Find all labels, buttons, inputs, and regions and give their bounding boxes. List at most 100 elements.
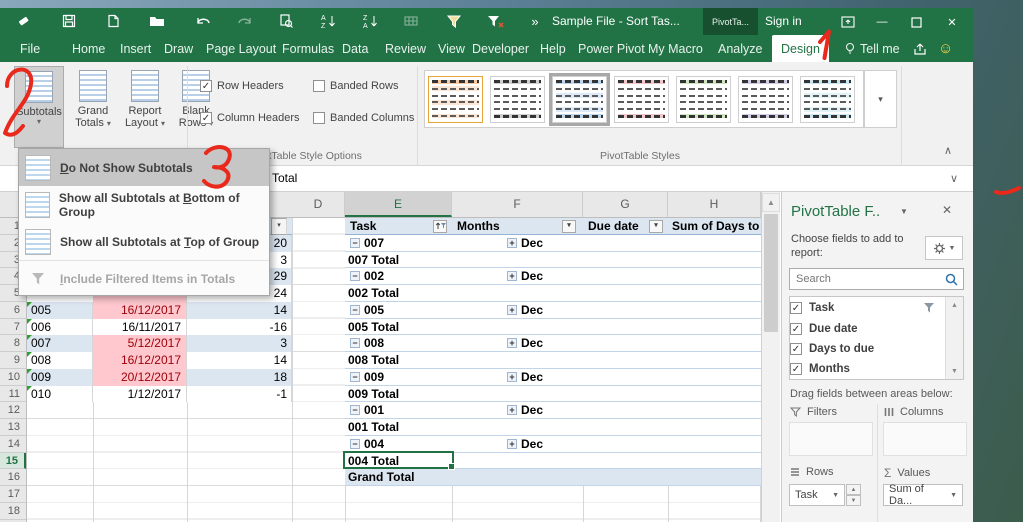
- pivot-style-thumbnail-grey[interactable]: [490, 76, 545, 123]
- collapse-box-icon[interactable]: −: [350, 271, 360, 281]
- due-date-cell[interactable]: 20/12/2017: [93, 369, 187, 386]
- pivot-month-cell[interactable]: Dec: [521, 235, 543, 251]
- redo-icon[interactable]: [233, 11, 255, 31]
- pivot-task-cell[interactable]: 002: [364, 268, 384, 284]
- tab-review[interactable]: Review: [383, 35, 428, 62]
- more-commands-icon[interactable]: »: [524, 11, 546, 31]
- tab-my-macro[interactable]: My Macro: [646, 35, 705, 62]
- scroll-up-icon[interactable]: ▲: [946, 297, 963, 313]
- filter-dropdown-icon[interactable]: ▾: [649, 220, 663, 233]
- field-item-due-date[interactable]: ✓Due date: [790, 319, 858, 339]
- pivot-item-row[interactable]: −005+Dec: [345, 302, 761, 319]
- tab-formulas[interactable]: Formulas: [280, 35, 336, 62]
- due-date-cell[interactable]: 16/12/2017: [93, 352, 187, 369]
- column-headers-checkbox[interactable]: ✓ Column Headers: [200, 112, 300, 124]
- new-document-icon[interactable]: [102, 11, 124, 31]
- task-cell[interactable]: 006: [27, 319, 93, 336]
- pivot-header-due-date[interactable]: Due date ▾: [583, 218, 668, 235]
- due-date-cell[interactable]: 16/12/2017: [93, 302, 187, 319]
- tools-gear-button[interactable]: ▼: [925, 236, 963, 260]
- task-cell[interactable]: 009: [27, 369, 93, 386]
- expand-box-icon[interactable]: +: [507, 439, 517, 449]
- column-header-g[interactable]: G: [583, 192, 668, 217]
- due-date-cell[interactable]: 5/12/2017: [93, 335, 187, 352]
- save-icon[interactable]: [58, 11, 80, 31]
- menu-item-subtotals-bottom[interactable]: Show all Subtotals at Bottom of Group: [19, 186, 269, 223]
- days-cell[interactable]: 14: [187, 302, 292, 319]
- source-row[interactable]: 0101/12/2017-1: [27, 386, 292, 403]
- expand-box-icon[interactable]: +: [507, 372, 517, 382]
- row-number-active[interactable]: 15: [0, 453, 26, 470]
- collapse-box-icon[interactable]: −: [350, 305, 360, 315]
- secondary-window-tab[interactable]: PivotTa...: [703, 8, 758, 35]
- pivot-month-cell[interactable]: Dec: [521, 268, 543, 284]
- ink-eraser-icon[interactable]: [12, 11, 34, 31]
- column-header-d[interactable]: D: [292, 192, 345, 217]
- row-number[interactable]: 17: [0, 486, 26, 503]
- scroll-down-icon[interactable]: ▼: [946, 363, 963, 379]
- pivot-header-task[interactable]: Task: [345, 218, 452, 235]
- checkbox-checked-icon[interactable]: ✓: [790, 363, 802, 375]
- pivot-style-thumbnail-blue-selected[interactable]: [552, 76, 607, 123]
- days-cell[interactable]: -16: [187, 319, 292, 336]
- checkbox-checked-icon[interactable]: ✓: [790, 323, 802, 335]
- tab-home[interactable]: Home: [70, 35, 107, 62]
- pivot-total-row[interactable]: 007 Total: [345, 252, 761, 269]
- source-row[interactable]: 0075/12/20173: [27, 335, 292, 352]
- close-button[interactable]: ✕: [939, 12, 965, 32]
- banded-columns-checkbox[interactable]: Banded Columns: [313, 112, 414, 124]
- row-headers-checkbox[interactable]: ✓ Row Headers: [200, 80, 284, 92]
- row-number[interactable]: 8: [0, 335, 26, 352]
- banded-rows-checkbox[interactable]: Banded Rows: [313, 80, 399, 92]
- due-date-cell[interactable]: 1/12/2017: [93, 386, 187, 403]
- gallery-more-button[interactable]: ▾: [864, 70, 897, 128]
- row-number[interactable]: 13: [0, 419, 26, 436]
- row-number[interactable]: 11: [0, 386, 26, 403]
- checkbox-checked-icon[interactable]: ✓: [790, 343, 802, 355]
- row-number[interactable]: 10: [0, 369, 26, 386]
- pivot-task-cell[interactable]: 008: [364, 335, 384, 351]
- expand-box-icon[interactable]: +: [507, 338, 517, 348]
- values-field-chip[interactable]: Sum of Da...▼: [883, 484, 963, 506]
- expand-box-icon[interactable]: +: [507, 305, 517, 315]
- active-cell-selection[interactable]: [343, 451, 454, 469]
- pivot-item-row[interactable]: −001+Dec: [345, 402, 761, 419]
- menu-item-subtotals-top[interactable]: Show all Subtotals at Top of Group: [19, 223, 269, 260]
- tab-power-pivot[interactable]: Power Pivot: [576, 35, 647, 62]
- pivot-task-cell[interactable]: 005: [364, 302, 384, 318]
- pivot-header-months[interactable]: Months ▾: [452, 218, 583, 235]
- sort-descending-icon[interactable]: ZA: [360, 11, 382, 31]
- collapse-box-icon[interactable]: −: [350, 372, 360, 382]
- tab-draw[interactable]: Draw: [162, 35, 195, 62]
- collapse-box-icon[interactable]: −: [350, 238, 360, 248]
- pivot-task-cell[interactable]: 004: [364, 436, 384, 452]
- tab-analyze[interactable]: Analyze: [716, 35, 764, 62]
- pivot-style-thumbnail-green[interactable]: [676, 76, 731, 123]
- pivot-item-row[interactable]: −007+Dec: [345, 235, 761, 252]
- pivot-style-thumbnail-aqua[interactable]: [800, 76, 855, 123]
- pivot-total-cell[interactable]: 005 Total: [348, 319, 399, 335]
- row-number[interactable]: 6: [0, 302, 26, 319]
- expand-box-icon[interactable]: +: [507, 405, 517, 415]
- delete-rows-icon[interactable]: [400, 11, 422, 31]
- pivot-total-row[interactable]: 005 Total: [345, 319, 761, 336]
- open-folder-icon[interactable]: [146, 11, 168, 31]
- pivot-header-sum[interactable]: Sum of Days to: [668, 218, 761, 235]
- scroll-up-icon[interactable]: ▲: [762, 193, 780, 212]
- tab-help[interactable]: Help: [538, 35, 568, 62]
- tab-view[interactable]: View: [436, 35, 467, 62]
- sort-filter-icon[interactable]: [433, 220, 447, 233]
- menu-item-do-not-show-subtotals[interactable]: Do Not Show Subtotals: [19, 149, 269, 186]
- pivot-style-thumbnail-tan[interactable]: [428, 76, 483, 123]
- pivot-item-row[interactable]: −009+Dec: [345, 369, 761, 386]
- row-number[interactable]: 14: [0, 436, 26, 453]
- tab-insert[interactable]: Insert: [118, 35, 153, 62]
- print-preview-icon[interactable]: [275, 11, 297, 31]
- collapse-box-icon[interactable]: −: [350, 338, 360, 348]
- pane-options-dropdown-icon[interactable]: ▼: [900, 207, 908, 216]
- tab-file[interactable]: File: [18, 35, 42, 62]
- pivot-total-cell[interactable]: 008 Total: [348, 352, 399, 368]
- feedback-smiley-icon[interactable]: ☺: [936, 35, 955, 62]
- row-number[interactable]: 16: [0, 469, 26, 486]
- due-date-cell[interactable]: 16/11/2017: [93, 319, 187, 336]
